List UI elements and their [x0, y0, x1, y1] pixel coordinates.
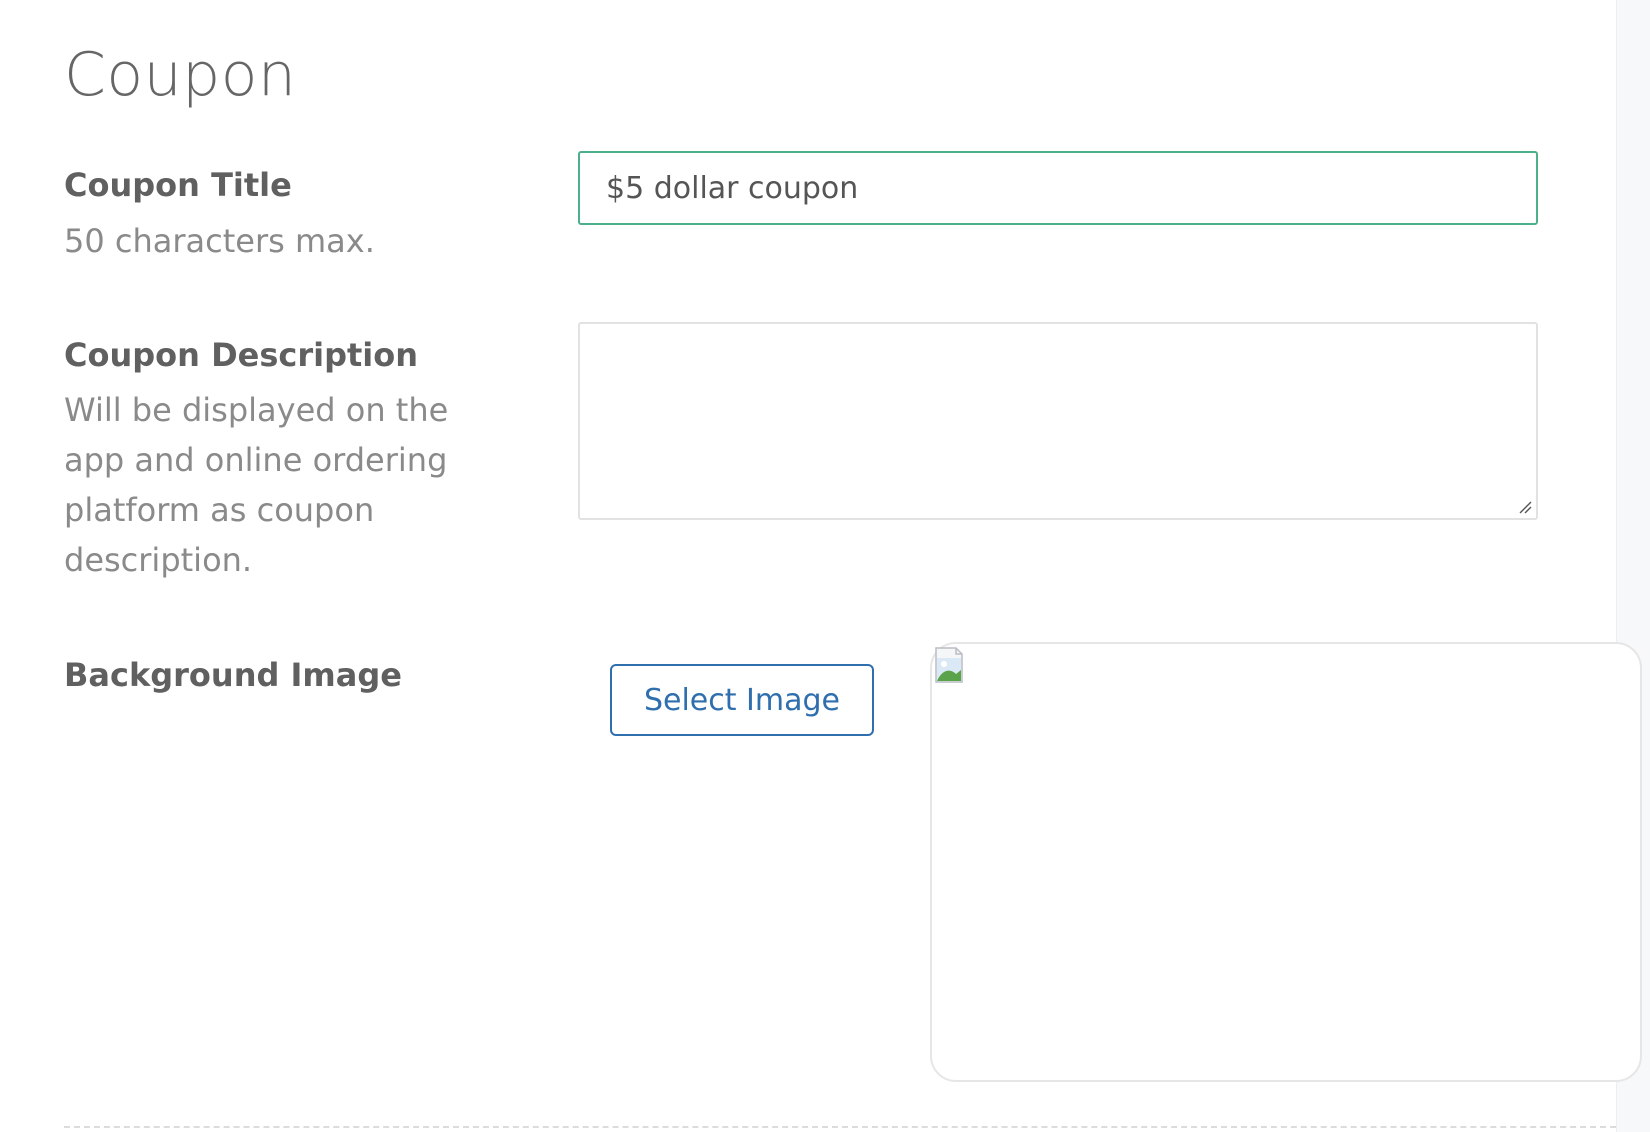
page-title: Coupon [64, 40, 297, 110]
coupon-description-label: Coupon Description [64, 336, 419, 374]
coupon-description-help: Will be displayed on the app and online … [64, 391, 449, 579]
coupon-title-label: Coupon Title [64, 166, 292, 204]
resize-handle-icon[interactable] [1518, 500, 1532, 514]
coupon-title-help: 50 characters max. [64, 222, 375, 260]
background-image-label: Background Image [64, 656, 402, 694]
select-image-button[interactable]: Select Image [610, 664, 874, 736]
broken-image-icon [935, 647, 963, 683]
background-image-preview [930, 642, 1642, 1082]
coupon-title-input[interactable] [578, 151, 1538, 225]
coupon-description-textarea[interactable] [578, 322, 1538, 520]
section-divider [64, 1126, 1616, 1128]
